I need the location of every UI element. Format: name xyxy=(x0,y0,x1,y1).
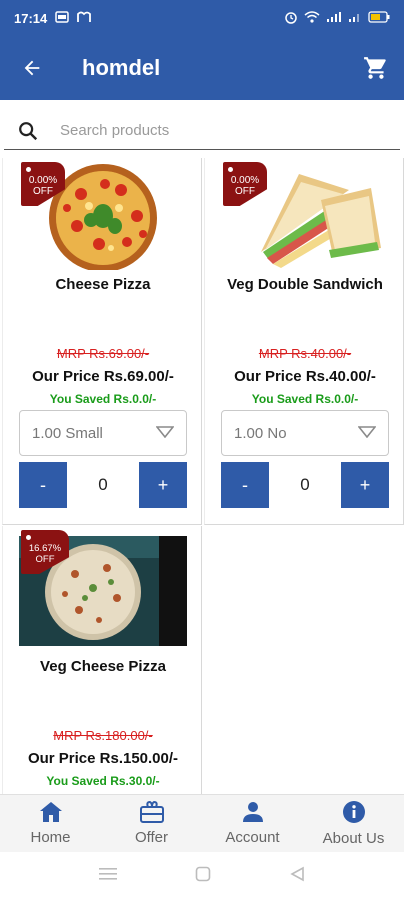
nav-label: About Us xyxy=(322,830,385,847)
product-saved: You Saved Rs.0.0/- xyxy=(251,392,359,406)
quantity-value: 0 xyxy=(98,475,108,494)
status-time: 17:14 xyxy=(14,10,48,26)
alarm-icon xyxy=(284,10,298,27)
battery-icon xyxy=(368,10,390,26)
variant-dropdown[interactable]: 1.00 Small xyxy=(19,410,187,456)
nav-label: Home xyxy=(30,829,71,846)
product-price: Our Price Rs.150.00/- xyxy=(27,750,179,767)
system-nav-bar xyxy=(0,852,404,900)
account-icon xyxy=(242,802,263,822)
product-card[interactable]: 16.67% OFF Veg Cheese Pizza MRP Rs.180.0… xyxy=(2,526,202,794)
product-mrp: MRP Rs.40.00/- xyxy=(258,346,352,361)
product-saved: You Saved Rs.30.0/- xyxy=(46,774,160,788)
decrement-button[interactable]: - xyxy=(19,462,67,508)
variant-value: 1.00 No xyxy=(234,424,287,442)
variant-value: 1.00 Small xyxy=(32,424,103,442)
gallery-notification-icon xyxy=(55,10,69,26)
search-icon xyxy=(4,120,52,142)
product-mrp: MRP Rs.69.00/- xyxy=(56,346,150,361)
product-grid: 0.00% OFF Cheese Pizza MRP Rs.69.00/- Ou… xyxy=(0,158,404,794)
product-mrp: MRP Rs.180.00/- xyxy=(53,728,153,743)
decrement-button[interactable]: - xyxy=(221,462,269,508)
app-notification-icon xyxy=(77,11,92,26)
app-bar: homdel xyxy=(0,36,404,100)
menu-icon[interactable] xyxy=(99,867,117,886)
increment-button[interactable]: + xyxy=(341,462,389,508)
status-bar: 17:14 xyxy=(0,0,404,36)
quantity-stepper: - 0 + xyxy=(19,462,187,508)
nav-label: Offer xyxy=(134,829,169,846)
back-button[interactable] xyxy=(0,36,64,100)
increment-button[interactable]: + xyxy=(139,462,187,508)
dropdown-arrow-icon xyxy=(357,425,377,442)
nav-account[interactable]: Account xyxy=(202,795,303,852)
cart-button[interactable] xyxy=(348,36,404,100)
info-icon xyxy=(342,801,365,823)
back-triangle-icon[interactable] xyxy=(289,866,305,887)
dropdown-arrow-icon xyxy=(155,425,175,442)
search-bar xyxy=(0,100,404,158)
nav-offer[interactable]: Offer xyxy=(101,795,202,852)
product-price: Our Price Rs.69.00/- xyxy=(32,368,174,385)
signal-icon xyxy=(326,11,342,26)
cart-icon xyxy=(364,57,386,79)
offer-icon xyxy=(139,801,164,823)
app-title: homdel xyxy=(82,55,161,80)
nav-home[interactable]: Home xyxy=(0,795,101,852)
bottom-nav: Home Offer Account About Us xyxy=(0,794,404,852)
product-card[interactable]: 0.00% OFF Cheese Pizza MRP Rs.69.00/- Ou… xyxy=(2,158,202,525)
quantity-stepper: - 0 + xyxy=(221,462,389,508)
home-icon xyxy=(39,802,62,822)
product-name: Veg Double Sandwich xyxy=(227,276,383,293)
signal-2-icon xyxy=(348,11,362,26)
wifi-icon xyxy=(304,10,320,26)
product-name: Cheese Pizza xyxy=(55,276,151,293)
product-price: Our Price Rs.40.00/- xyxy=(234,368,376,385)
variant-dropdown[interactable]: 1.00 No xyxy=(221,410,389,456)
search-input[interactable] xyxy=(52,122,352,139)
arrow-left-icon xyxy=(24,60,40,76)
nav-label: Account xyxy=(225,829,280,846)
nav-about[interactable]: About Us xyxy=(303,795,404,852)
quantity-value: 0 xyxy=(300,475,310,494)
product-saved: You Saved Rs.0.0/- xyxy=(49,392,157,406)
product-card[interactable]: 0.00% OFF Veg Double Sandwich MRP Rs.40.… xyxy=(204,158,404,525)
home-square-icon[interactable] xyxy=(195,866,211,887)
product-name: Veg Cheese Pizza xyxy=(40,658,166,675)
